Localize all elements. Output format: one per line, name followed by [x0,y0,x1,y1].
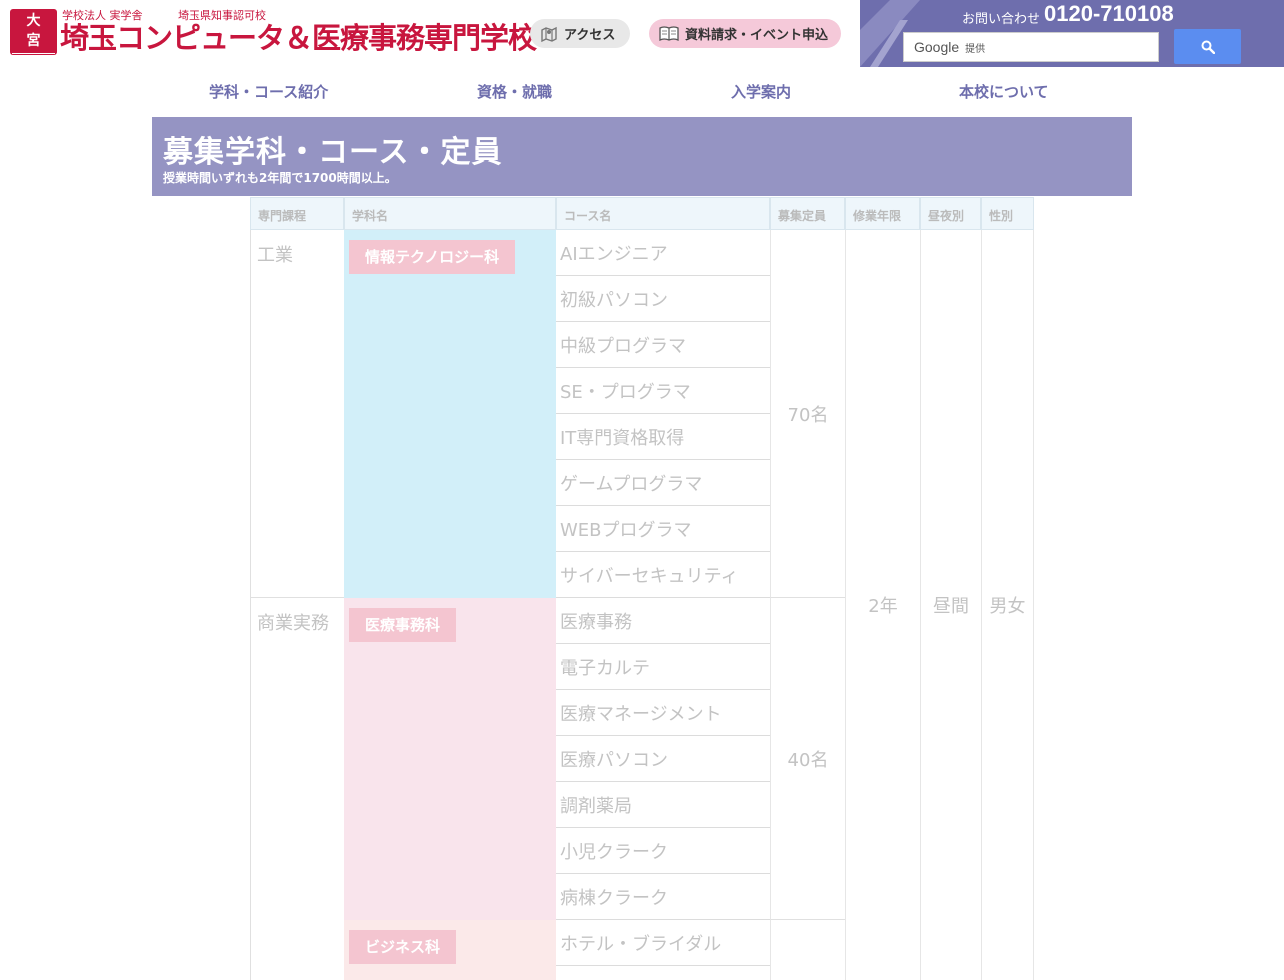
course-row: サイバーセキュリティ [556,552,770,598]
dept-cell-business: ビジネス科 [344,920,556,980]
course-row: 病棟クラーク [556,874,770,920]
dept-cell-it: 情報テクノロジー科 [344,230,556,598]
course-row: 電子カルテ [556,644,770,690]
logo-badge[interactable]: 大宮 OMIYA [10,9,57,69]
course-row: ゲームプログラマ [556,460,770,506]
course-row [556,966,770,980]
dept-tag-medical[interactable]: 医療事務科 [349,608,457,642]
dept-tag-business[interactable]: ビジネス科 [349,930,457,964]
search-input[interactable]: Google 提供 [903,32,1159,62]
header-daynight: 昼夜別 [920,197,981,230]
capacity-business [770,920,845,980]
course-row: SE・プログラマ [556,368,770,414]
section-subtitle: 授業時間いずれも2年間で1700時間以上。 [163,171,397,185]
header-years: 修業年限 [845,197,920,230]
header-capacity: 募集定員 [770,197,845,230]
main-nav: 学科・コース紹介 資格・就職 入学案内 本校について [150,67,1130,115]
capacity-medical: 40名 [770,598,845,920]
course-row: 医療マネージメント [556,690,770,736]
capacity-it: 70名 [770,230,845,598]
course-row: 医療事務 [556,598,770,644]
course-row: AIエンジニア [556,230,770,276]
gender-value: 男女 [981,230,1034,980]
course-row: WEBプログラマ [556,506,770,552]
nav-about[interactable]: 本校について [959,81,1049,102]
course-row: 中級プログラマ [556,322,770,368]
dept-cell-medical: 医療事務科 [344,598,556,920]
contact-phone[interactable]: 0120-710108 [1044,1,1174,27]
search-brand: Google [914,39,960,55]
logo-badge-bottom: OMIYA [12,53,55,70]
request-label: 資料請求・イベント申込 [685,28,829,43]
nav-admission[interactable]: 入学案内 [731,81,791,102]
site-header: 大宮 OMIYA 学校法人 実学舎 埼玉県知事認可校 埼玉コンピュータ＆医療事務… [0,0,1284,69]
access-button[interactable]: アクセス [530,19,630,48]
dept-tag-it[interactable]: 情報テクノロジー科 [349,240,516,274]
logo-badge-top: 大宮 [26,13,49,49]
category-industrial: 工業 [250,230,344,598]
search-provided: 提供 [965,43,986,55]
contact-label: お問い合わせ [962,12,1041,27]
course-table: 専門課程 学科名 コース名 募集定員 修業年限 昼夜別 性別 工業 商業実務 情… [250,197,1034,980]
search-icon [1201,40,1215,54]
course-row: IT専門資格取得 [556,414,770,460]
section-header: 募集学科・コース・定員 授業時間いずれも2年間で1700時間以上。 [152,117,1132,196]
header-department: 学科名 [344,197,556,230]
course-row: 初級パソコン [556,276,770,322]
school-name-logo[interactable]: 埼玉コンピュータ＆医療事務専門学校 [60,19,537,57]
header-course: コース名 [556,197,770,230]
header-gender: 性別 [981,197,1034,230]
section-title: 募集学科・コース・定員 [163,135,503,170]
nav-qualifications[interactable]: 資格・就職 [477,81,552,102]
years-value: 2年 [845,230,920,980]
header-program: 専門課程 [250,197,344,230]
book-icon [659,25,679,41]
course-row: 調剤薬局 [556,782,770,828]
request-event-button[interactable]: 資料請求・イベント申込 [649,19,841,48]
course-row: 小児クラーク [556,828,770,874]
map-icon [541,26,557,42]
search-button[interactable] [1174,29,1241,64]
access-label: アクセス [564,28,616,43]
course-row: ホテル・ブライダル [556,920,770,966]
contact-search-panel: お問い合わせ 0120-710108 Google 提供 [860,0,1284,67]
nav-courses[interactable]: 学科・コース紹介 [209,81,328,102]
category-commerce: 商業実務 [250,598,344,980]
course-row: 医療パソコン [556,736,770,782]
daynight-value: 昼間 [920,230,981,980]
